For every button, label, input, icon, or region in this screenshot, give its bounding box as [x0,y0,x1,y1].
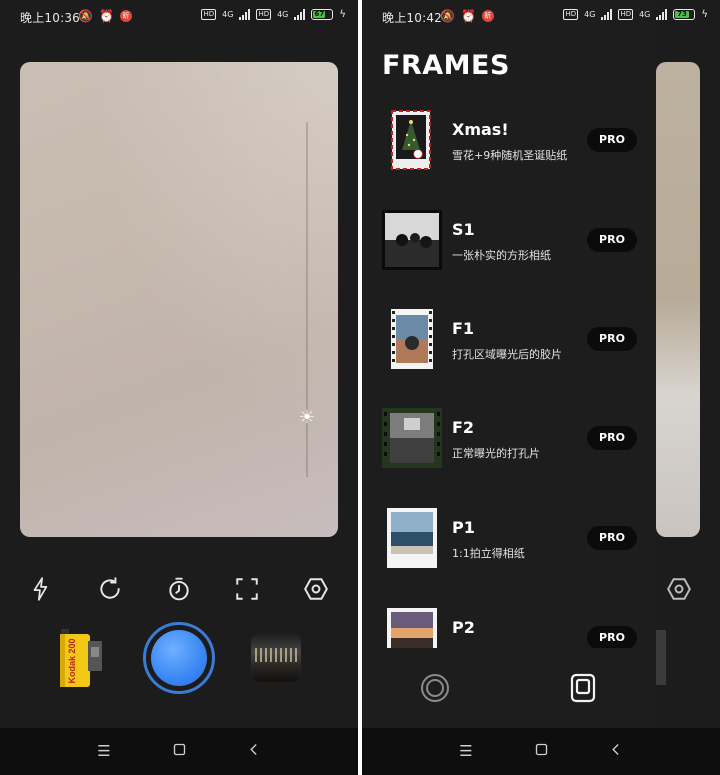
frame-item-xmas[interactable]: Xmas! 雪花+9种随机圣诞贴纸 PRO [362,100,656,180]
frame-item-s1[interactable]: S1 一张朴实的方形相纸 PRO [362,200,656,280]
mute-bell-icon: 🔕 [78,9,93,23]
frame-thumbnail [382,309,442,369]
camera-viewfinder[interactable]: ☀ [20,62,338,537]
hd-icon: HD [201,9,217,20]
tab-camera-icon[interactable] [420,673,450,703]
mute-bell-icon: 🔕 [440,9,455,23]
frame-thumbnail [382,608,442,648]
rotate-icon[interactable] [96,575,124,603]
shutter-button[interactable] [143,622,215,694]
frame-desc: 打孔区域曝光后的胶片 [452,348,562,361]
net-label: 4G [639,10,651,19]
frame-thumbnail [382,508,442,568]
battery-icon: 67 [311,9,334,20]
flash-icon[interactable] [27,575,55,603]
frame-item-p1[interactable]: P1 1:1拍立得相纸 PRO [362,498,656,578]
signal-icon [294,9,306,20]
hd-icon: HD [256,9,272,20]
frame-desc: 雪花+9种随机圣诞贴纸 [452,149,568,162]
alarm-icon: ⏰ [460,9,476,23]
back-icon[interactable] [607,742,625,760]
frame-name: S1 [452,220,475,239]
notification-badge: 昕 [481,10,494,22]
status-time: 晚上10:36 [20,11,80,25]
tab-frames-icon[interactable] [568,673,598,703]
frame-name: Xmas! [452,120,509,139]
signal-icon [239,9,251,20]
frame-desc: 一张朴实的方形相纸 [452,249,551,262]
frame-thumbnail [382,110,442,170]
hexagon-settings-icon [665,575,693,603]
status-bar: 晚上10:42 🔕 ⏰ 昕 HD 4G HD 4G 73 ϟ [362,0,720,34]
frame-name: F1 [452,319,475,338]
back-icon[interactable] [245,742,263,760]
pro-badge[interactable]: PRO [587,228,637,252]
frame-item-f2[interactable]: F2 正常曝光的打孔片 PRO [362,398,656,478]
hexagon-settings-icon[interactable] [302,575,330,603]
sun-exposure-icon[interactable]: ☀ [298,409,316,427]
net-label: 4G [222,10,234,19]
signal-icon [656,9,668,20]
hd-icon: HD [618,9,634,20]
frames-screen: 晚上10:42 🔕 ⏰ 昕 HD 4G HD 4G 73 ϟ FRAMES Xm… [362,0,720,775]
pro-badge[interactable]: PRO [587,327,637,351]
crop-icon[interactable] [233,575,261,603]
hd-icon: HD [563,9,579,20]
charging-icon: ϟ [339,9,346,20]
frame-name: F2 [452,418,475,437]
battery-level: 73 [675,10,689,18]
gallery-thumbnail[interactable] [251,632,301,682]
battery-icon: 73 [673,9,696,20]
net-label: 4G [584,10,596,19]
signal-icon [601,9,613,20]
system-nav-bar: ☰ [0,728,358,775]
pro-badge[interactable]: PRO [587,626,637,648]
alarm-icon: ⏰ [98,9,114,23]
viewfinder-background [656,62,700,537]
status-time: 晚上10:42 [382,11,442,25]
frame-name: P1 [452,518,475,537]
drawer-title: FRAMES [382,50,510,81]
menu-icon[interactable]: ☰ [457,742,475,760]
battery-level: 67 [313,10,326,18]
home-icon[interactable] [170,742,188,760]
pro-badge[interactable]: PRO [587,128,637,152]
net-label: 4G [277,10,289,19]
timer-icon[interactable] [165,575,193,603]
menu-icon[interactable]: ☰ [95,742,113,760]
system-nav-bar: ☰ [362,728,720,775]
frame-thumbnail [382,408,442,468]
frame-name: P2 [452,618,475,637]
notification-badge: 昕 [119,10,132,22]
frame-item-f1[interactable]: F1 打孔区域曝光后的胶片 PRO [362,299,656,379]
film-roll-selector[interactable]: Kodak 200 [58,627,104,689]
camera-screen: 晚上10:36 🔕 ⏰ 昕 HD 4G HD 4G 67 ϟ ☀ Kodak 2… [0,0,358,775]
pro-badge[interactable]: PRO [587,426,637,450]
frame-desc: 正常曝光的打孔片 [452,447,540,460]
film-label: Kodak 200 [67,638,77,683]
frame-thumbnail [382,210,442,270]
frame-list[interactable]: Xmas! 雪花+9种随机圣诞贴纸 PRO S1 一张朴实的方形相纸 PRO F… [362,100,656,648]
home-icon[interactable] [532,742,550,760]
frame-desc: 1:1拍立得相纸 [452,547,525,560]
frames-drawer: FRAMES Xmas! 雪花+9种随机圣诞贴纸 PRO S1 一张朴实的方形相… [362,0,656,728]
status-bar: 晚上10:36 🔕 ⏰ 昕 HD 4G HD 4G 67 ϟ [0,0,358,34]
charging-icon: ϟ [701,9,708,20]
pro-badge[interactable]: PRO [587,526,637,550]
frame-item-p2[interactable]: P2 PRO [362,598,656,648]
